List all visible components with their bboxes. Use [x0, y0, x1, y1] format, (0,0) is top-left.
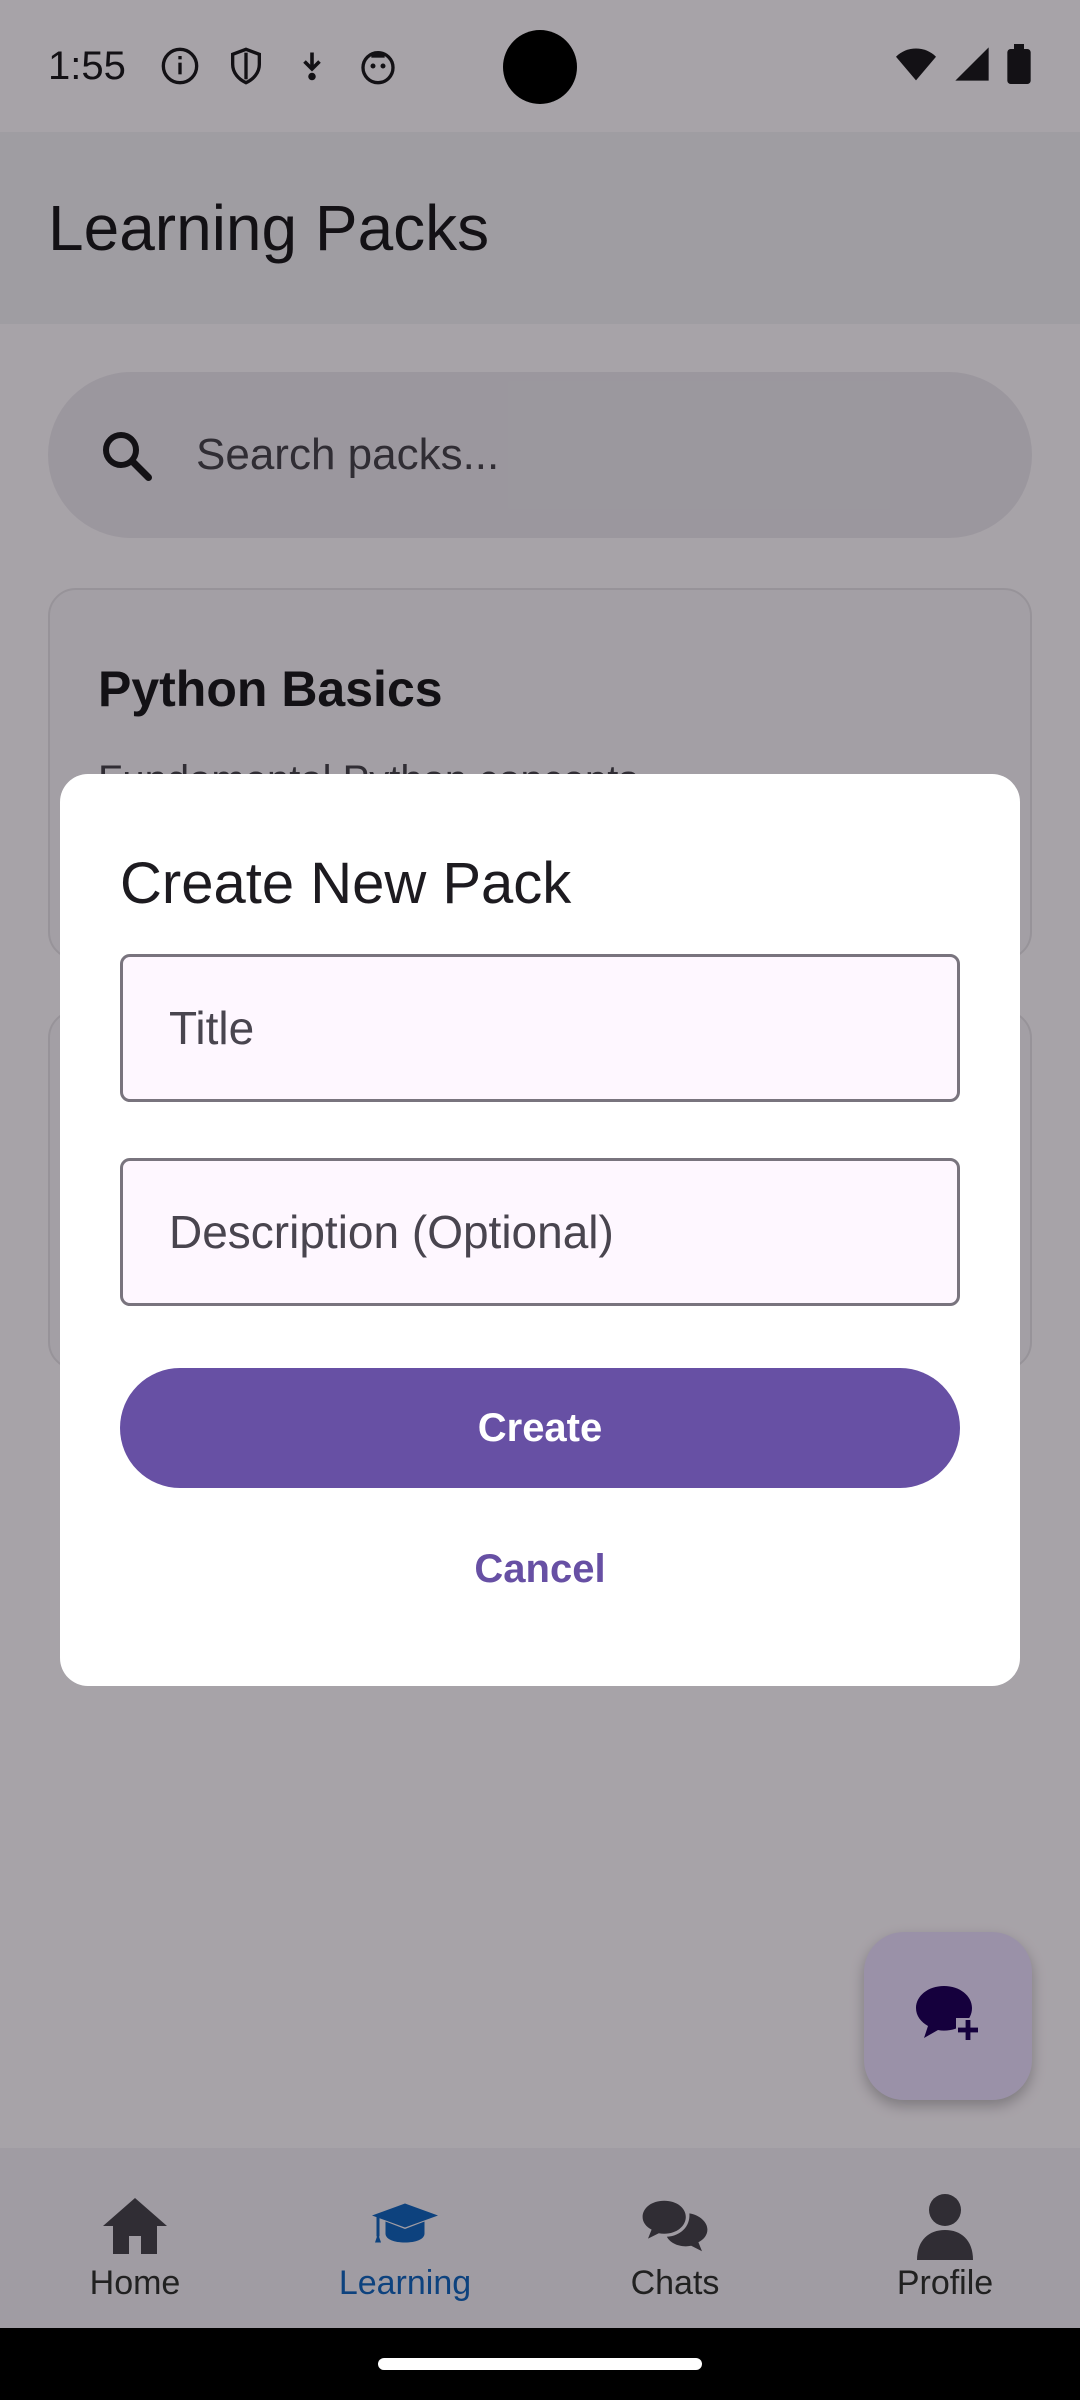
title-field[interactable]: Title: [120, 954, 960, 1102]
gesture-bar: [0, 2328, 1080, 2400]
description-field-placeholder: Description (Optional): [169, 1206, 614, 1258]
dialog-title: Create New Pack: [120, 851, 572, 916]
home-gesture-handle[interactable]: [378, 2358, 702, 2370]
title-field-placeholder: Title: [169, 1002, 255, 1054]
create-pack-dialog: Create New Pack Title Description (Optio…: [60, 774, 1020, 1686]
screen: 1:55 Learning Packs Search packs... Pyth…: [0, 0, 1080, 2400]
create-button[interactable]: Create: [120, 1368, 960, 1488]
cancel-button[interactable]: Cancel: [120, 1514, 960, 1624]
description-field[interactable]: Description (Optional): [120, 1158, 960, 1306]
